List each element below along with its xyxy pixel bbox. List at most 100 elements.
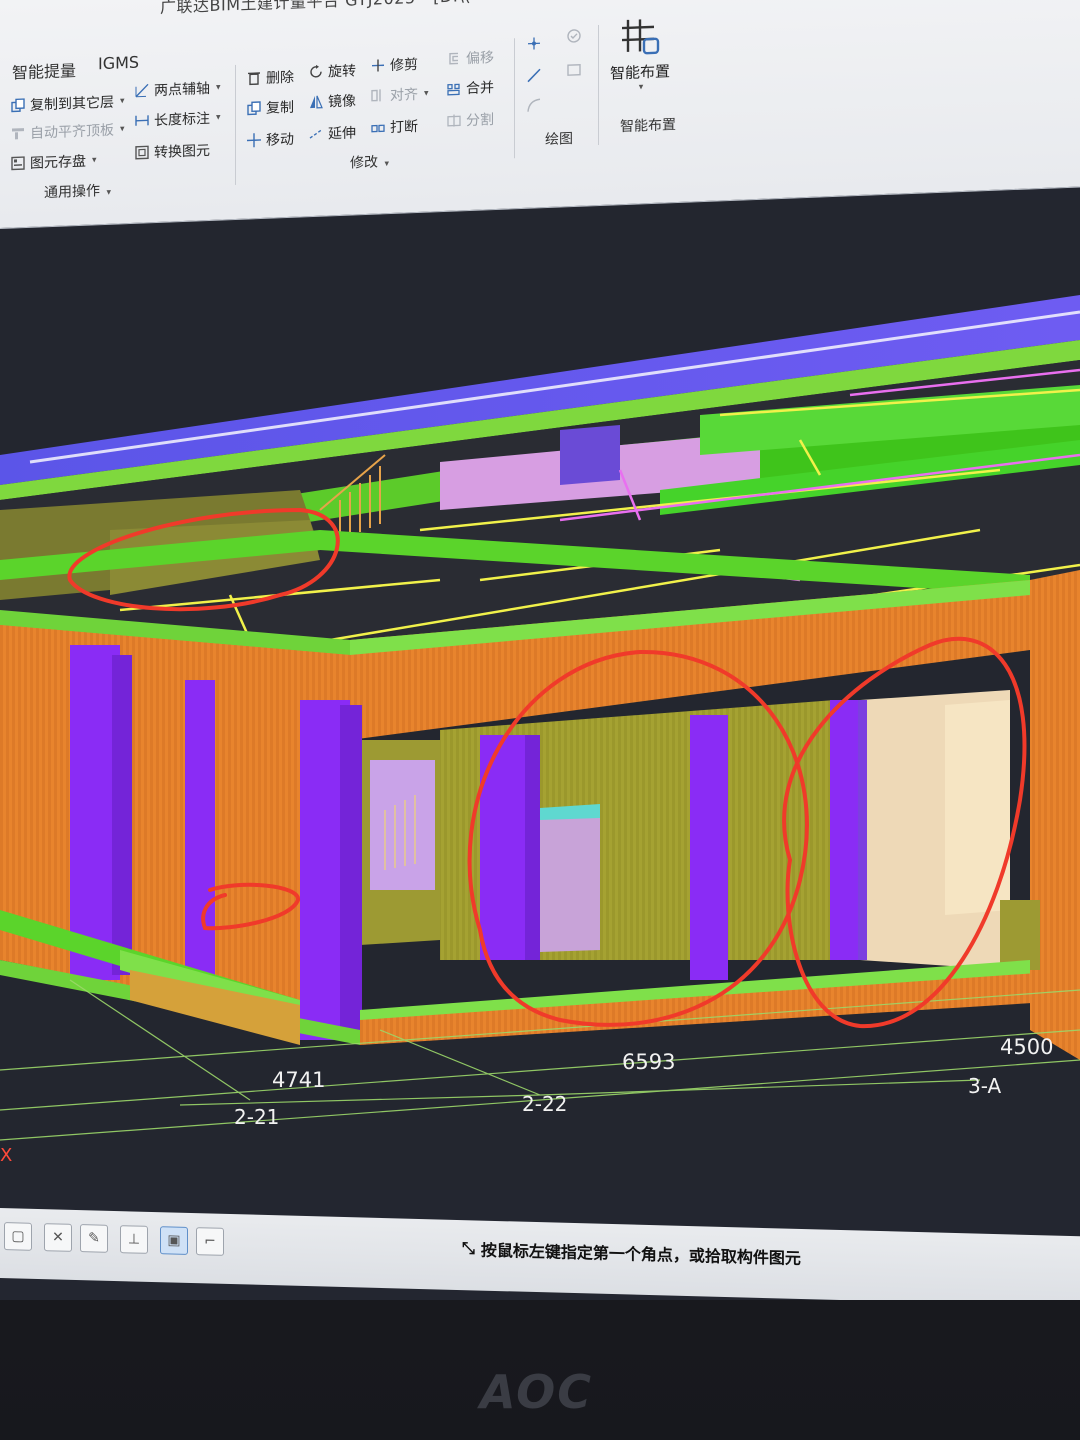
draw-circle-button[interactable] [566,28,582,45]
copy-to-layer-icon [10,97,26,114]
screen: 4741 6593 4500 2-21 2-22 3-A X 广联达BIM土建计… [0,0,1080,1300]
tab-igms[interactable]: IGMS [98,53,139,74]
view-toggle-button[interactable]: ▣ [160,1226,188,1255]
chevron-down-icon: ▾ [216,82,221,93]
axis-label: 3-A [968,1074,1002,1098]
length-dim-icon [134,112,150,129]
merge-label: 合并 [466,80,494,98]
status-hint-text: 按鼠标左键指定第一个角点，或拾取构件图元 [480,1240,801,1268]
close-icon: ✕ [52,1229,64,1246]
mirror-label: 镜像 [328,93,356,111]
status-hint: ⤡ 按鼠标左键指定第一个角点，或拾取构件图元 [462,1236,801,1269]
extend-label: 延伸 [328,125,356,143]
status-bar: ▢ ✕ ✎ ⊥ ▣ ⌐ ⤡ 按鼠标左键指定第一个角点，或拾取构件图元 [0,1208,1080,1300]
chevron-down-icon: ▾ [120,124,125,135]
draw-arc-button[interactable] [526,97,542,114]
move-button[interactable]: 移动 [246,129,294,151]
chevron-down-icon: ▾ [120,96,125,107]
monitor-frame: 4741 6593 4500 2-21 2-22 3-A X 广联达BIM土建计… [0,0,1080,1440]
split-label: 分割 [466,112,494,130]
move-icon [246,132,262,149]
trim-button[interactable]: 修剪 [370,54,418,76]
break-icon [370,119,386,136]
mirror-icon [308,94,324,111]
save-element-label: 图元存盘 [30,153,86,172]
align-icon [370,87,386,104]
copy-to-other-layer-label: 复制到其它层 [30,94,114,114]
auto-align-top-slab-button[interactable]: 自动平齐顶板 ▾ [10,119,125,143]
smart-layout-icon [618,13,662,63]
dimension-label: 4741 [272,1068,326,1092]
view-icon: ▣ [167,1232,181,1249]
rotate-icon [308,64,324,81]
merge-icon [446,80,462,97]
group-separator [514,38,515,159]
two-point-axis-icon [134,82,150,99]
merge-button[interactable]: 合并 [446,77,494,99]
corner-icon: ⌐ [204,1233,216,1250]
break-button[interactable]: 打断 [370,116,418,138]
convert-element-label: 转换图元 [154,142,210,162]
group-label-common-ops: 通用操作 ▾ [44,183,111,202]
draw-mode-button[interactable]: ✎ [80,1224,108,1253]
delete-icon [246,70,262,87]
rectangle-select-icon: ▢ [11,1228,25,1245]
cancel-select-button[interactable]: ✕ [44,1223,72,1252]
door[interactable] [540,808,600,952]
mirror-button[interactable]: 镜像 [308,90,356,112]
point-icon [526,35,542,52]
draw-point-button[interactable] [526,35,542,52]
group-label-draw: 绘图 [545,130,573,149]
offset-button[interactable]: 偏移 [446,47,494,69]
smart-layout-label: 智能布置 [610,62,671,83]
save-element-icon [10,155,26,172]
copy-to-other-layer-button[interactable]: 复制到其它层 ▾ [10,91,125,115]
snap-mode-button[interactable]: ⊥ [120,1225,148,1254]
length-dimension-button[interactable]: 长度标注 ▾ [134,108,221,131]
dimension-label: 4500 [1000,1035,1054,1059]
save-element-button[interactable]: 图元存盘 ▾ [10,150,97,173]
delete-label: 删除 [266,69,294,87]
copy-button[interactable]: 复制 [246,97,294,119]
delete-button[interactable]: 删除 [246,67,294,89]
group-label-modify: 修改 ▾ [350,154,389,172]
chevron-down-icon: ▾ [106,187,111,198]
rotate-label: 旋转 [328,63,356,81]
building-3d-view[interactable] [0,200,1080,1190]
auto-align-top-slab-label: 自动平齐顶板 [30,122,114,142]
draw-rect-button[interactable] [566,62,582,79]
smart-layout-button[interactable]: 智能布置 ▾ [610,12,670,93]
length-dimension-label: 长度标注 [154,110,210,130]
extend-button[interactable]: 延伸 [308,122,356,144]
rotate-button[interactable]: 旋转 [308,60,356,82]
arc-icon [526,97,542,114]
align-button[interactable]: 对齐 ▾ [370,84,429,106]
select-rect-button[interactable]: ▢ [4,1222,32,1251]
chevron-down-icon: ▾ [384,159,389,170]
tab-smart-quantity[interactable]: 智能提量 [12,57,76,83]
cursor-hint-icon: ⤡ [462,1238,475,1258]
offset-icon [446,50,462,67]
convert-element-button[interactable]: 转换图元 [134,140,210,163]
rectangle-icon [566,62,582,79]
trim-label: 修剪 [390,56,418,75]
copy-label: 复制 [266,99,294,117]
ribbon-toolbar: 广联达BIM土建计量平台 GTJ2025 - [D:\(- 智能提量 IGMS … [0,0,1080,229]
draw-line-button[interactable] [526,67,542,84]
offset-label: 偏移 [466,50,494,68]
chevron-down-icon: ▾ [638,82,644,93]
axis-x-marker: X [0,1145,13,1166]
chevron-down-icon: ▾ [92,155,97,166]
two-point-aux-axis-button[interactable]: 两点辅轴 ▾ [134,78,221,101]
axis-label: 2-22 [522,1092,568,1116]
ortho-toggle-button[interactable]: ⌐ [196,1227,224,1256]
pencil-icon: ✎ [88,1230,100,1247]
model-viewport[interactable]: 4741 6593 4500 2-21 2-22 3-A [0,200,1080,1190]
align-label: 对齐 [390,86,418,105]
window-title: 广联达BIM土建计量平台 GTJ2025 - [D:\(- [160,0,478,17]
two-point-aux-axis-label: 两点辅轴 [154,80,210,100]
split-button[interactable]: 分割 [446,109,494,131]
line-icon [526,67,542,84]
split-icon [446,112,462,129]
copy-icon [246,100,262,117]
